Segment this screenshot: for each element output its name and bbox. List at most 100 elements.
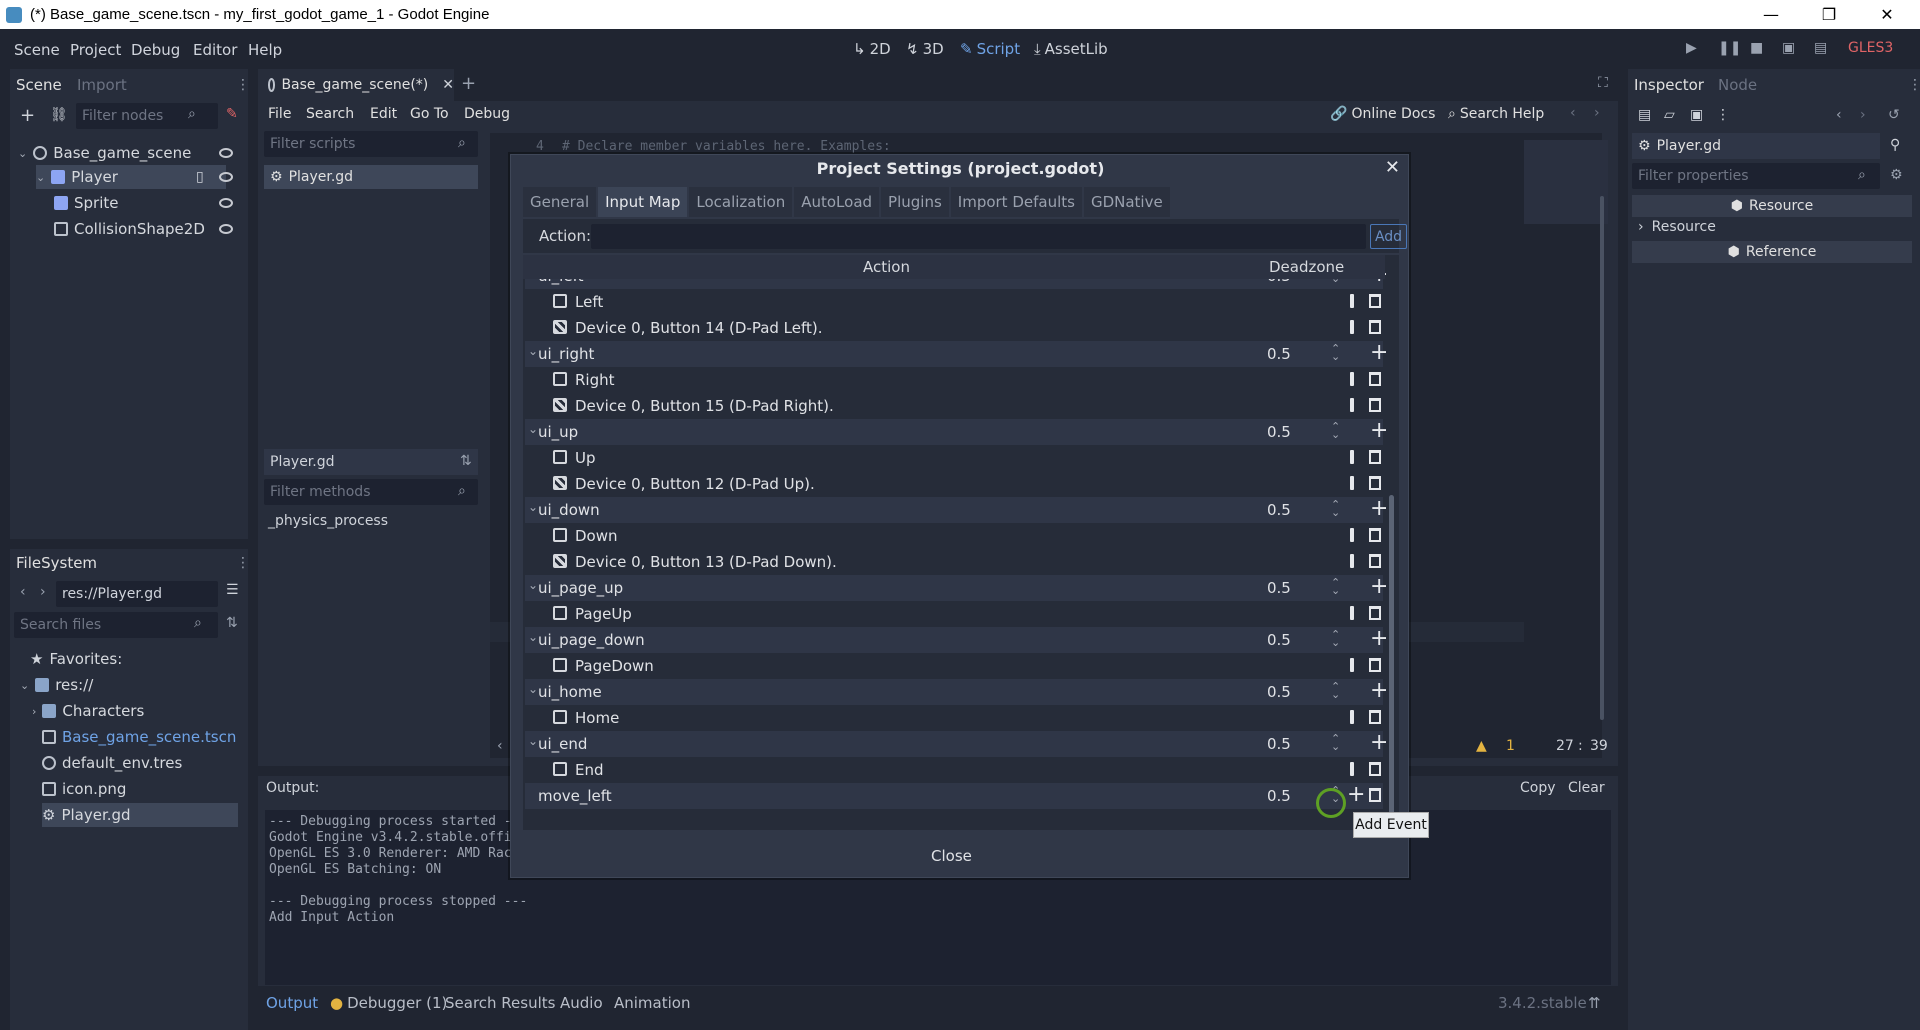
- menu-scene[interactable]: Scene: [14, 41, 60, 59]
- instance-scene-icon[interactable]: ⛓: [50, 107, 68, 123]
- tab-scene[interactable]: Scene: [16, 76, 62, 94]
- edit-event-icon[interactable]: [1350, 320, 1354, 334]
- action-row[interactable]: ⌄ ui_down 0.5 ⌃ ⌄ +: [525, 497, 1388, 523]
- close-tab-icon[interactable]: ✕: [442, 77, 454, 93]
- action-row[interactable]: ⌄ ui_page_down 0.5 ⌃ ⌄ +: [525, 627, 1388, 653]
- file-item-default-env[interactable]: default_env.tres: [42, 751, 182, 775]
- workspace-2d-button[interactable]: ↳ 2D: [853, 40, 891, 58]
- back-icon[interactable]: ‹: [20, 584, 26, 600]
- remove-event-icon[interactable]: [1369, 528, 1381, 542]
- event-row[interactable]: Device 0, Button 15 (D-Pad Right).: [525, 393, 1383, 419]
- action-row[interactable]: ⌄ ui_right 0.5 ⌃ ⌄ +: [525, 341, 1388, 367]
- deadzone-value[interactable]: 0.5: [1267, 631, 1291, 649]
- add-action-button[interactable]: Add: [1370, 224, 1407, 249]
- renderer-select[interactable]: GLES3: [1848, 40, 1893, 56]
- characters-folder-item[interactable]: › Characters: [32, 699, 144, 723]
- tab-debugger[interactable]: ● Debugger (1): [330, 994, 447, 1012]
- script-menu-search[interactable]: Search: [306, 106, 354, 122]
- event-row[interactable]: Device 0, Button 12 (D-Pad Up).: [525, 471, 1383, 497]
- script-list-item[interactable]: ⚙ Player.gd: [264, 165, 478, 189]
- deadzone-spinner-icon[interactable]: ⌃⌄: [1331, 421, 1340, 440]
- edit-event-icon[interactable]: [1350, 762, 1354, 776]
- property-tools-icon[interactable]: ⚙: [1890, 167, 1903, 183]
- edit-event-icon[interactable]: [1350, 398, 1354, 412]
- sort-icon[interactable]: ⇅: [460, 453, 472, 469]
- deadzone-spinner-icon[interactable]: ⌃⌄: [1331, 629, 1340, 648]
- collapse-panel-icon[interactable]: ‹: [497, 738, 503, 754]
- close-button[interactable]: Close: [931, 847, 972, 865]
- deadzone-value[interactable]: 0.5: [1267, 787, 1291, 805]
- distraction-free-icon[interactable]: ⛶: [1598, 75, 1608, 91]
- filter-methods-input[interactable]: Filter methods: [264, 479, 478, 505]
- pause-icon[interactable]: ❚❚: [1718, 40, 1741, 56]
- file-item-base-game-scene[interactable]: Base_game_scene.tscn: [42, 725, 236, 749]
- warning-icon[interactable]: ▲: [1476, 738, 1487, 754]
- tab-import[interactable]: Import: [77, 76, 127, 94]
- tab-general[interactable]: General: [523, 187, 597, 217]
- remove-action-icon[interactable]: [1369, 788, 1381, 802]
- tab-autoload[interactable]: AutoLoad: [794, 187, 880, 217]
- edit-event-icon[interactable]: [1350, 476, 1354, 490]
- layout-toggle-icon[interactable]: ☰: [226, 582, 239, 598]
- collapse-icon[interactable]: ⌄: [528, 734, 538, 748]
- search-files-input[interactable]: Search files: [14, 612, 218, 638]
- favorites-item[interactable]: ★ Favorites:: [30, 647, 122, 671]
- action-row[interactable]: ⌄ ui_home 0.5 ⌃ ⌄ +: [525, 679, 1388, 705]
- visibility-eye-icon[interactable]: [219, 224, 233, 234]
- remove-event-icon[interactable]: [1369, 762, 1381, 776]
- minimap[interactable]: [1524, 140, 1608, 224]
- tree-node-collisionshape2d[interactable]: CollisionShape2D: [54, 217, 205, 241]
- remove-event-icon[interactable]: [1369, 710, 1381, 724]
- script-menu-edit[interactable]: Edit: [370, 106, 397, 122]
- deadzone-value[interactable]: 0.5: [1267, 501, 1291, 519]
- search-help-link[interactable]: ⌕ Search Help: [1448, 106, 1544, 122]
- event-row[interactable]: Right: [525, 367, 1383, 393]
- deadzone-value[interactable]: 0.5: [1267, 345, 1291, 363]
- deadzone-value[interactable]: 0.5: [1267, 735, 1291, 753]
- play-icon[interactable]: ▶: [1686, 40, 1697, 56]
- filter-scripts-input[interactable]: Filter scripts: [264, 131, 478, 157]
- edit-event-icon[interactable]: [1350, 450, 1354, 464]
- back-icon[interactable]: ‹: [1836, 107, 1842, 123]
- tab-gdnative[interactable]: GDNative: [1083, 187, 1170, 217]
- script-menu-file[interactable]: File: [268, 106, 291, 122]
- event-row[interactable]: End: [525, 757, 1383, 783]
- action-row[interactable]: ⌄ ui_end 0.5 ⌃ ⌄ +: [525, 731, 1388, 757]
- remove-event-icon[interactable]: [1369, 294, 1381, 308]
- event-row[interactable]: Left: [525, 289, 1383, 315]
- edit-event-icon[interactable]: [1350, 710, 1354, 724]
- workspace-3d-button[interactable]: ↯ 3D: [906, 40, 944, 58]
- menu-project[interactable]: Project: [70, 41, 121, 59]
- play-custom-scene-icon[interactable]: ▤: [1814, 40, 1827, 56]
- restore-button[interactable]: ❐: [1800, 0, 1858, 29]
- tab-inspector[interactable]: Inspector: [1634, 76, 1704, 94]
- dock-menu-icon[interactable]: ⋮: [236, 555, 250, 571]
- script-attach-icon[interactable]: ✎: [226, 106, 238, 122]
- event-row[interactable]: Device 0, Button 14 (D-Pad Left).: [525, 315, 1383, 341]
- method-item[interactable]: _physics_process: [268, 513, 388, 529]
- deadzone-spinner-icon[interactable]: ⌃⌄: [1331, 343, 1340, 362]
- edit-event-icon[interactable]: [1350, 294, 1354, 308]
- collapse-icon[interactable]: ⌄: [528, 344, 538, 358]
- clear-button[interactable]: Clear: [1568, 780, 1605, 796]
- edit-event-icon[interactable]: [1350, 606, 1354, 620]
- workspace-script-button[interactable]: ✎ Script: [960, 40, 1020, 58]
- tab-plugins[interactable]: Plugins: [881, 187, 949, 217]
- script-menu-debug[interactable]: Debug: [464, 106, 510, 122]
- online-docs-link[interactable]: 🔗 Online Docs: [1330, 106, 1435, 122]
- filter-nodes-input[interactable]: Filter nodes: [76, 103, 218, 129]
- add-event-icon[interactable]: +: [1347, 783, 1365, 807]
- object-selector[interactable]: ⚙ Player.gd: [1632, 133, 1880, 159]
- remove-event-icon[interactable]: [1369, 320, 1381, 334]
- add-node-icon[interactable]: +: [20, 105, 35, 126]
- collapse-icon[interactable]: ⌄: [528, 500, 538, 514]
- visibility-eye-icon[interactable]: [219, 172, 233, 182]
- collapse-icon[interactable]: ⌄: [528, 630, 538, 644]
- stop-icon[interactable]: ■: [1750, 40, 1763, 56]
- tab-audio[interactable]: Audio: [560, 994, 603, 1012]
- edit-event-icon[interactable]: [1350, 372, 1354, 386]
- remove-event-icon[interactable]: [1369, 398, 1381, 412]
- file-item-icon-png[interactable]: icon.png: [42, 777, 126, 801]
- script-menu-goto[interactable]: Go To: [410, 106, 449, 122]
- action-name-input[interactable]: [591, 224, 1366, 249]
